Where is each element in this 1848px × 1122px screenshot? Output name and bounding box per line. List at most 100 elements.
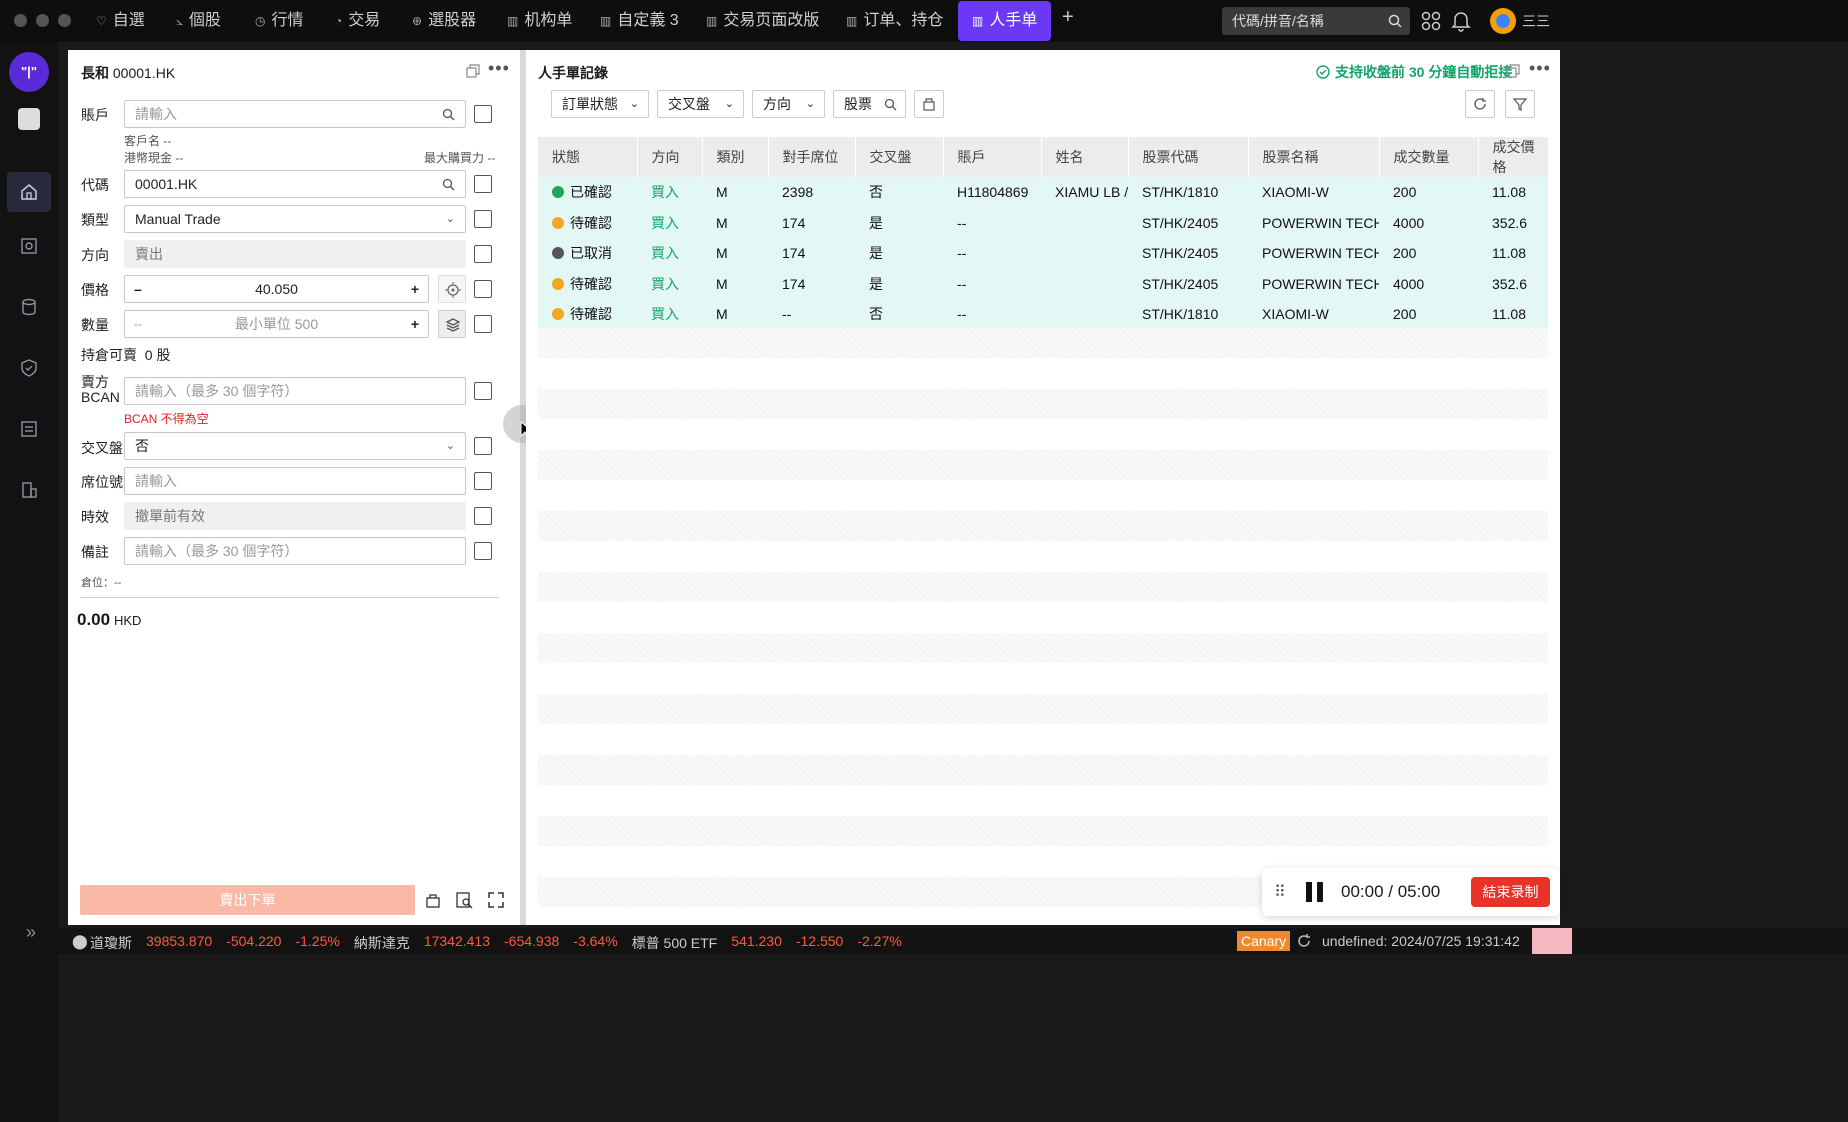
sidebar-building-icon[interactable] <box>7 470 51 510</box>
search-doc-icon[interactable] <box>456 892 473 909</box>
quantity-layers-button[interactable] <box>438 310 466 338</box>
price-stepper[interactable]: – 40.050 + <box>124 275 429 303</box>
column-header[interactable]: 股票代碼 <box>1128 137 1249 177</box>
remark-checkbox[interactable] <box>474 542 492 560</box>
seller-bcan-input[interactable]: 請輸入（最多 30 個字符） <box>124 377 466 405</box>
more-icon[interactable]: ••• <box>488 58 510 79</box>
price-increment-button[interactable]: + <box>411 276 419 302</box>
popout-icon[interactable] <box>1506 64 1520 78</box>
apps-icon[interactable] <box>1421 11 1441 31</box>
order-status-filter[interactable]: 訂單狀態 ⌄ <box>551 90 649 118</box>
refresh-icon[interactable] <box>1296 933 1312 949</box>
more-icon[interactable]: ••• <box>1529 58 1551 79</box>
validity-checkbox[interactable] <box>474 507 492 525</box>
sidebar-home-icon[interactable] <box>7 172 51 212</box>
sell-submit-button[interactable]: 賣出下單 <box>80 885 415 915</box>
cross-filter[interactable]: 交叉盤 ⌄ <box>657 90 744 118</box>
workspace-icon[interactable] <box>18 108 40 130</box>
global-search-input[interactable]: 代碼/拼音/名稱 <box>1222 7 1410 35</box>
type-checkbox[interactable] <box>474 210 492 228</box>
sidebar-database-icon[interactable] <box>7 287 51 327</box>
tab-3[interactable]: ◷ 行情 <box>255 0 304 42</box>
refresh-button[interactable] <box>1465 90 1495 118</box>
filter-button[interactable] <box>1505 90 1535 118</box>
stock-filter-input[interactable]: 股票 <box>833 90 906 118</box>
avatar[interactable] <box>1490 8 1516 34</box>
status-icon <box>552 308 564 321</box>
status-icon <box>552 186 564 199</box>
table-row[interactable]: 已取消 買入 M 174 是 -- ST/HK/2405 POWERWIN TECH 200 11… <box>538 238 1548 269</box>
quantity-stepper[interactable]: -- 最小單位 500 + <box>124 310 429 338</box>
column-header[interactable]: 成交價格 <box>1478 137 1549 177</box>
pin-icon[interactable]: ⬤ <box>72 933 88 950</box>
table-row[interactable]: 已確認買入M2398否H11804869XIAMU LB / XST/HK/18… <box>538 177 1548 208</box>
window-close-dot[interactable] <box>14 14 27 27</box>
price-value[interactable]: 40.050 <box>125 276 428 302</box>
locate-price-button[interactable] <box>438 275 466 303</box>
tab-1[interactable]: ♡ 自選 <box>96 0 145 42</box>
quantity-increment-button[interactable]: + <box>411 311 419 337</box>
table-row[interactable]: 待確認 買入 M 174 是 -- ST/HK/2405 POWERWIN TECH 4000 3… <box>538 207 1548 238</box>
window-minimize-dot[interactable] <box>36 14 49 27</box>
popout-icon[interactable] <box>466 64 480 78</box>
remark-input[interactable]: 請輸入（最多 30 個字符） <box>124 537 466 565</box>
column-header[interactable]: 賬戶 <box>943 137 1042 177</box>
account-checkbox[interactable] <box>474 105 492 123</box>
tab-9[interactable]: ▥ 订单、持仓 <box>846 0 943 42</box>
clear-filter-button[interactable] <box>914 90 944 118</box>
account-input[interactable]: 請輸入 <box>124 100 466 128</box>
user-name[interactable]: 三三 <box>1522 11 1550 31</box>
basket-icon[interactable] <box>425 892 441 908</box>
tab-7[interactable]: ▥ 自定義 3 <box>600 0 679 42</box>
column-header[interactable]: 股票名稱 <box>1248 137 1380 177</box>
tab-4[interactable]: ◔ 交易 <box>335 0 380 42</box>
code-input[interactable]: 00001.HK <box>124 170 466 198</box>
pause-icon[interactable] <box>1306 882 1324 902</box>
column-header[interactable]: 交叉盤 <box>855 137 944 177</box>
tab-5[interactable]: ⊕ 選股器 <box>412 0 476 42</box>
column-header[interactable]: 方向 <box>637 137 703 177</box>
cross-select[interactable]: 否 ⌄ <box>124 432 466 460</box>
sidebar-report-icon[interactable] <box>7 409 51 449</box>
validity-field: 撤單前有效 <box>124 502 466 530</box>
sidebar-search-doc-icon[interactable] <box>7 226 51 266</box>
expand-icon[interactable] <box>488 892 504 908</box>
sidebar-expand-icon[interactable]: » <box>26 922 36 943</box>
end-recording-button[interactable]: 結束录制 <box>1471 877 1550 907</box>
type-select[interactable]: Manual Trade ⌄ <box>124 205 466 233</box>
cell-cat: M <box>702 177 768 208</box>
table-row[interactable]: 待確認 買入 M 174 是 -- ST/HK/2405 POWERWIN TECH 4000 3… <box>538 268 1548 299</box>
table-row[interactable]: 待確認 買入 M -- 否 -- ST/HK/1810 XIAOMI-W 200 11.08 <box>538 299 1548 330</box>
quantity-placeholder[interactable]: 最小單位 500 <box>125 311 428 337</box>
price-checkbox[interactable] <box>474 280 492 298</box>
column-header[interactable]: 姓名 <box>1041 137 1129 177</box>
direction-checkbox[interactable] <box>474 245 492 263</box>
column-header[interactable]: 狀態 <box>538 137 638 177</box>
ticker-item[interactable]: 納斯達克 17342.413 -654.938 -3.64% <box>354 933 618 953</box>
window-zoom-dot[interactable] <box>58 14 71 27</box>
cell-cat: M <box>702 299 768 330</box>
column-header[interactable]: 對手席位 <box>768 137 856 177</box>
tab-10[interactable]: ▥ 人手单 <box>958 1 1052 41</box>
drag-handle-icon[interactable]: ⠿ <box>1274 882 1286 902</box>
tab-6[interactable]: ▥ 机构单 <box>507 0 572 42</box>
network-status-icon[interactable] <box>1532 928 1572 954</box>
add-tab-button[interactable]: + <box>1062 6 1074 29</box>
direction-filter[interactable]: 方向 ⌄ <box>752 90 825 118</box>
ticker-item[interactable]: 道瓊斯 39853.870 -504.220 -1.25% <box>90 933 340 953</box>
cell-status: 待確認 <box>538 207 637 238</box>
tab-8[interactable]: ▥ 交易页面改版 <box>706 0 819 42</box>
bell-icon[interactable] <box>1451 10 1471 32</box>
column-header[interactable]: 成交數量 <box>1379 137 1479 177</box>
tab-2[interactable]: ⦣ 個股 <box>176 0 221 42</box>
sidebar-shield-icon[interactable] <box>7 348 51 388</box>
bcan-checkbox[interactable] <box>474 382 492 400</box>
column-header[interactable]: 類別 <box>702 137 769 177</box>
cross-checkbox[interactable] <box>474 437 492 455</box>
seat-input[interactable]: 請輸入 <box>124 467 466 495</box>
seat-checkbox[interactable] <box>474 472 492 490</box>
quantity-checkbox[interactable] <box>474 315 492 333</box>
code-checkbox[interactable] <box>474 175 492 193</box>
ticker-item[interactable]: 標普 500 ETF 541.230 -12.550 -2.27% <box>632 933 902 953</box>
direction-label: 方向 <box>81 247 109 263</box>
